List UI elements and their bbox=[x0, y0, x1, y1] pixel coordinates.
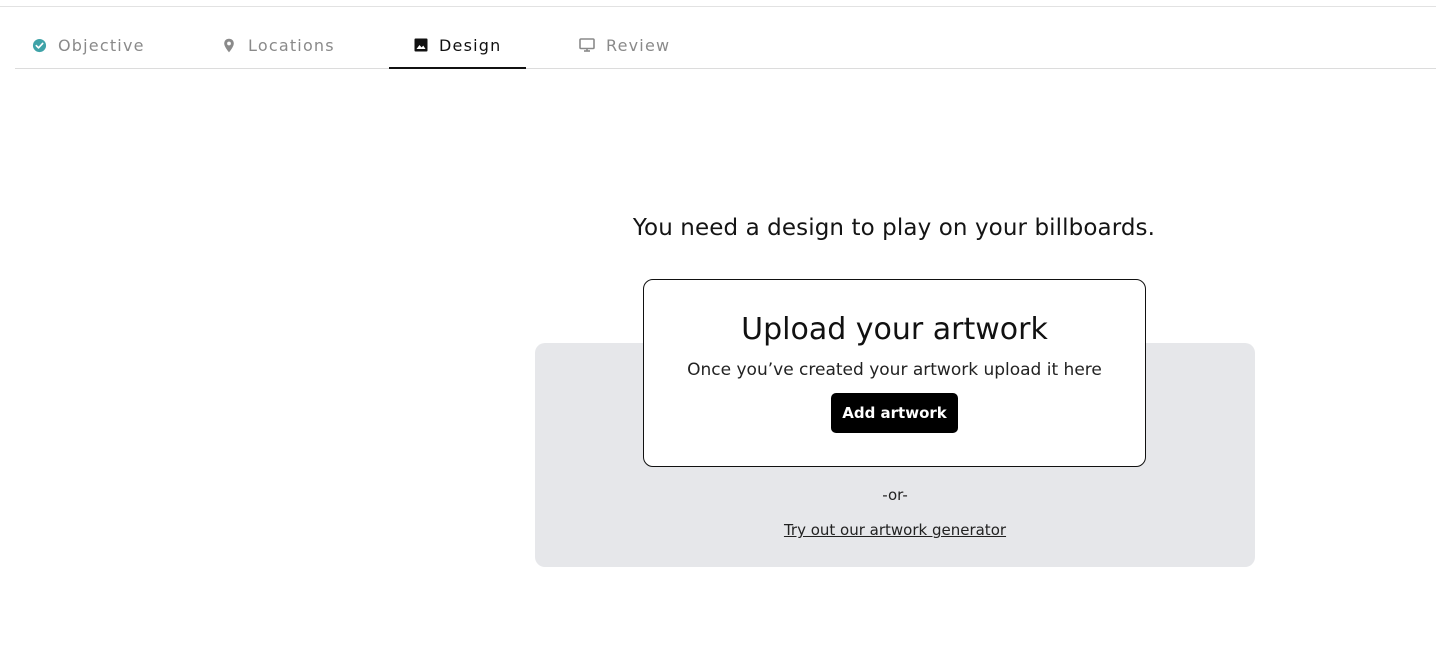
add-artwork-button[interactable]: Add artwork bbox=[831, 393, 958, 433]
upload-artwork-subtitle: Once you’ve created your artwork upload … bbox=[687, 360, 1102, 380]
top-divider bbox=[0, 6, 1436, 7]
tab-objective-label: Objective bbox=[58, 35, 145, 55]
artwork-generator-link[interactable]: Try out our artwork generator bbox=[535, 521, 1255, 539]
or-separator: -or- bbox=[882, 486, 908, 504]
tab-design-label: Design bbox=[439, 35, 502, 55]
tab-objective[interactable]: Objective bbox=[31, 22, 145, 68]
step-tabs: Objective Locations Design Review bbox=[15, 22, 1436, 69]
tab-review-label: Review bbox=[606, 35, 671, 55]
upload-artwork-card: Upload your artwork Once you’ve created … bbox=[643, 279, 1146, 467]
monitor-icon bbox=[579, 37, 595, 53]
location-pin-icon bbox=[221, 37, 237, 53]
tab-design[interactable]: Design bbox=[389, 22, 526, 69]
tab-locations-label: Locations bbox=[248, 35, 335, 55]
tab-review[interactable]: Review bbox=[579, 22, 670, 68]
design-required-headline: You need a design to play on your billbo… bbox=[632, 215, 1156, 241]
upload-artwork-title: Upload your artwork bbox=[741, 312, 1048, 347]
image-icon bbox=[414, 37, 428, 53]
tab-locations[interactable]: Locations bbox=[221, 22, 335, 68]
check-circle-icon bbox=[31, 37, 47, 53]
